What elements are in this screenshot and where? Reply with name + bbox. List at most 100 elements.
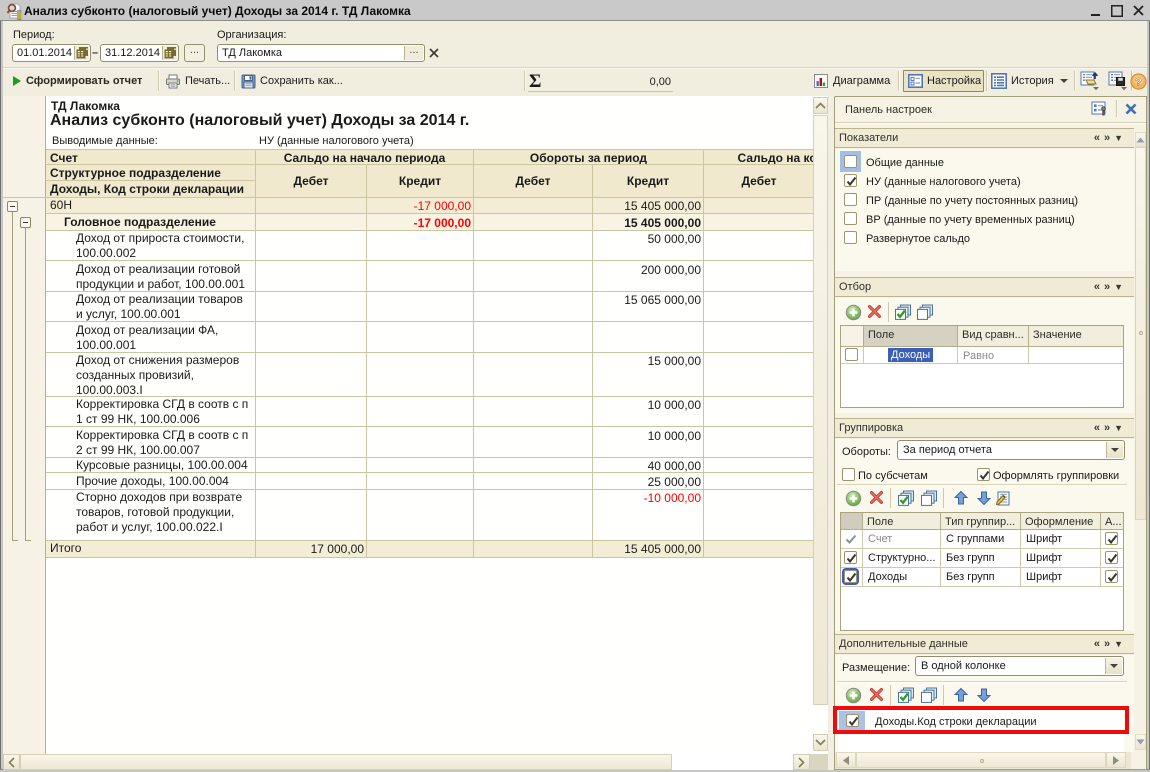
report-row-data-label[interactable]: Доход от снижения размеров созданных про… — [46, 353, 256, 397]
report-header-income-code[interactable]: Доходы, Код строки декларации — [46, 181, 256, 198]
set-all-flags-icon[interactable] — [897, 490, 915, 507]
section-expand-icon[interactable]: » — [1104, 638, 1114, 650]
grouping-row-format-cell[interactable]: Шрифт — [1021, 568, 1101, 587]
report-header-debit[interactable]: Дебет — [256, 165, 367, 198]
generate-report-button[interactable]: Сформировать отчет — [11, 70, 142, 92]
filter-row-field-cell[interactable]: Доходы — [864, 347, 958, 364]
grouping-row-field-cell[interactable]: Структурно... — [863, 549, 941, 568]
scroll-up-button[interactable] — [813, 97, 828, 114]
grouping-col-field[interactable]: Поле — [863, 513, 941, 530]
clear-all-flags-icon[interactable] — [916, 304, 934, 321]
vscroll-thumb[interactable] — [813, 115, 828, 705]
clear-all-flags-icon[interactable] — [920, 687, 938, 704]
section-header-grouping[interactable]: Группировка «»▼ — [835, 418, 1134, 438]
grouping-row-type-cell[interactable]: С группами — [941, 530, 1021, 549]
section-collapse-icon[interactable]: ▼ — [1114, 282, 1127, 292]
move-up-icon[interactable] — [953, 687, 971, 704]
section-collapse-icon[interactable]: ▼ — [1114, 639, 1127, 649]
grouping-row-format-cell[interactable]: Шрифт — [1021, 530, 1101, 549]
panel-hscrollbar[interactable] — [835, 752, 1131, 769]
report-row-data-credit-begin[interactable] — [367, 397, 474, 428]
filter-row-use-cell[interactable] — [841, 347, 864, 364]
indicator-checkbox-common[interactable] — [844, 155, 857, 168]
report-row-data-debit-end[interactable] — [704, 353, 813, 397]
period-to-field[interactable]: 31.12.2014 — [100, 44, 179, 62]
grouping-col-auto[interactable]: А... — [1101, 513, 1123, 530]
report-row-group-credit-turnover[interactable]: 15 405 000,00 — [593, 198, 704, 215]
section-shrink-icon[interactable]: « — [1094, 132, 1104, 144]
report-header-turnover[interactable]: Обороты за период — [474, 149, 704, 165]
grouping-row-field-cell[interactable]: Доходы — [863, 568, 941, 587]
section-header-filter[interactable]: Отбор «»▼ — [835, 277, 1134, 297]
filter-row-comparison-cell[interactable]: Равно — [958, 347, 1029, 364]
delete-icon[interactable] — [869, 687, 887, 704]
report-row-data-debit-begin[interactable] — [256, 458, 367, 474]
add-icon[interactable] — [845, 304, 863, 321]
report-row-group-credit-begin[interactable]: -17 000,00 — [367, 198, 474, 215]
report-row-data-label[interactable]: Доход от прироста стоимости, 100.00.002 — [46, 231, 256, 262]
organization-field[interactable]: ТД Лакомка ... — [217, 44, 425, 62]
delete-icon[interactable] — [867, 304, 885, 321]
panel-properties-icon[interactable] — [1091, 100, 1109, 118]
report-row-data-label[interactable]: Доход от реализации товаров и услуг, 100… — [46, 292, 256, 323]
report-row-group-credit-turnover[interactable]: 15 405 000,00 — [593, 214, 704, 231]
indicator-label[interactable]: ПР (данные по учету постоянных разниц) — [866, 195, 1078, 207]
panel-vscrollbar[interactable] — [1135, 124, 1146, 752]
panel-close-icon[interactable] — [1124, 102, 1138, 116]
report-header-credit[interactable]: Кредит — [367, 165, 474, 198]
report-row-data-debit-turnover[interactable] — [474, 322, 593, 353]
settings-button[interactable]: Настройка — [903, 70, 984, 92]
scroll-left-button[interactable] — [3, 754, 20, 770]
section-shrink-icon[interactable]: « — [1094, 281, 1104, 293]
report-row-data-debit-end[interactable] — [704, 231, 813, 262]
report-header-balance-end[interactable]: Сальдо на конец периода — [704, 149, 813, 165]
report-row-total-debit-end[interactable] — [704, 541, 813, 558]
report-row-data-credit-begin[interactable] — [367, 231, 474, 262]
report-row-data-credit-begin[interactable] — [367, 458, 474, 474]
help-button[interactable]: ? — [1130, 73, 1147, 90]
report-row-data-debit-end[interactable] — [704, 490, 813, 541]
report-row-data-credit-turnover[interactable]: 10 000,00 — [593, 397, 704, 428]
report-row-group-credit-begin[interactable]: -17 000,00 — [367, 214, 474, 231]
filter-col-use[interactable] — [841, 326, 864, 347]
report-row-data-credit-turnover[interactable]: 25 000,00 — [593, 473, 704, 490]
panel-scroll-left-button[interactable] — [836, 752, 856, 768]
grouping-col-type[interactable]: Тип группир... — [941, 513, 1021, 530]
report-row-data-label[interactable]: Доход от реализации ФА, 100.00.001 — [46, 322, 256, 353]
combo-dropdown-button[interactable] — [1105, 658, 1122, 674]
report-row-data-debit-end[interactable] — [704, 458, 813, 474]
report-row-data-debit-begin[interactable] — [256, 231, 367, 262]
period-from-calendar-button[interactable] — [74, 46, 89, 60]
scroll-right-button[interactable] — [793, 754, 810, 770]
report-row-group-debit-begin[interactable] — [256, 214, 367, 231]
report-row-data-label[interactable]: Прочие доходы, 100.00.004 — [46, 473, 256, 490]
panel-scroll-down-button[interactable] — [1135, 734, 1146, 750]
report-row-group-debit-end[interactable] — [704, 214, 813, 231]
grouping-row-use-cell[interactable] — [841, 530, 863, 549]
report-row-data-debit-turnover[interactable] — [474, 490, 593, 541]
grouping-row-auto-cell[interactable] — [1101, 568, 1123, 587]
report-row-data-credit-begin[interactable] — [367, 427, 474, 458]
report-row-data-debit-turnover[interactable] — [474, 397, 593, 428]
by-subaccounts-checkbox[interactable] — [842, 468, 855, 481]
placement-combo[interactable]: В одной колонке — [915, 656, 1124, 676]
turnover-combo[interactable]: За период отчета — [897, 440, 1125, 460]
report-row-data-credit-turnover[interactable]: 15 000,00 — [593, 353, 704, 397]
report-row-data-credit-begin[interactable] — [367, 292, 474, 323]
maximize-icon[interactable] — [1110, 5, 1124, 17]
move-down-icon[interactable] — [976, 687, 994, 704]
diagram-button[interactable]: Диаграмма — [813, 70, 890, 92]
report-header-credit[interactable]: Кредит — [593, 165, 704, 198]
panel-scroll-up-button[interactable] — [1135, 132, 1146, 147]
report-row-data-debit-turnover[interactable] — [474, 292, 593, 323]
section-expand-icon[interactable]: » — [1104, 132, 1114, 144]
report-row-data-debit-end[interactable] — [704, 322, 813, 353]
format-groups-label[interactable]: Оформлять группировки — [993, 470, 1119, 482]
panel-hscroll-thumb[interactable] — [856, 752, 1106, 768]
grouping-row-field-cell[interactable]: Счет — [863, 530, 941, 549]
grouping-row-use-cell[interactable] — [841, 568, 863, 587]
report-row-data-label[interactable]: Курсовые разницы, 100.00.004 — [46, 458, 256, 474]
report-header-debit[interactable]: Дебет — [474, 165, 593, 198]
indicator-label[interactable]: ВР (данные по учету временных разниц) — [866, 214, 1075, 226]
report-row-data-debit-begin[interactable] — [256, 397, 367, 428]
